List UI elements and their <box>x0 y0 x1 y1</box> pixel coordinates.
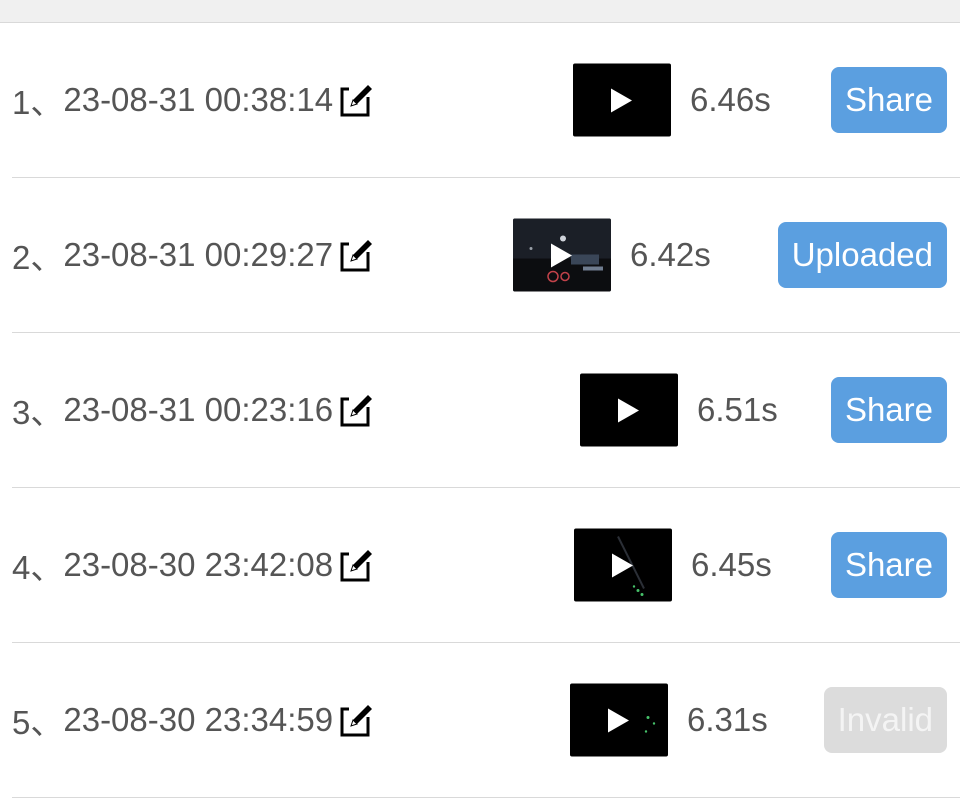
list-item: 1、 23-08-31 00:38:14 6.46s Share <box>12 23 960 178</box>
edit-icon[interactable] <box>339 82 376 118</box>
item-title: 3、 23-08-31 00:23:16 <box>12 386 376 434</box>
item-index: 3、 <box>12 394 64 431</box>
play-icon <box>612 553 633 578</box>
video-thumbnail[interactable] <box>570 683 668 757</box>
video-thumbnail[interactable] <box>513 218 611 292</box>
play-icon <box>611 88 632 113</box>
share-button[interactable]: Share <box>830 67 947 133</box>
list-item: 5、 23-08-30 23:34:59 6.31s Invalid <box>12 643 960 798</box>
item-timestamp: 23-08-31 00:29:27 <box>63 236 334 273</box>
edit-icon[interactable] <box>339 547 376 583</box>
item-title: 2、 23-08-31 00:29:27 <box>12 231 376 279</box>
item-title: 1、 23-08-31 00:38:14 <box>12 76 376 124</box>
item-timestamp: 23-08-30 23:42:08 <box>63 546 334 583</box>
video-duration: 6.51s <box>697 391 778 428</box>
edit-icon[interactable] <box>339 237 376 273</box>
edit-icon[interactable] <box>339 702 376 738</box>
video-thumbnail[interactable] <box>574 528 672 602</box>
share-button[interactable]: Share <box>830 532 947 598</box>
list-item: 3、 23-08-31 00:23:16 6.51s Share <box>12 333 960 488</box>
share-button[interactable]: Share <box>830 377 947 443</box>
item-timestamp: 23-08-31 00:38:14 <box>63 81 334 118</box>
item-index: 5、 <box>12 704 64 741</box>
video-thumbnail[interactable] <box>580 373 678 447</box>
edit-icon[interactable] <box>339 392 376 428</box>
top-bar <box>0 0 960 23</box>
item-title: 4、 23-08-30 23:42:08 <box>12 541 376 589</box>
item-timestamp: 23-08-30 23:34:59 <box>63 701 334 738</box>
item-index: 4、 <box>12 549 64 586</box>
item-index: 2、 <box>12 239 64 276</box>
video-duration: 6.45s <box>691 546 772 583</box>
play-icon <box>608 708 629 733</box>
play-icon <box>618 398 639 423</box>
video-duration: 6.31s <box>687 701 768 738</box>
item-index: 1、 <box>12 84 64 121</box>
item-title: 5、 23-08-30 23:34:59 <box>12 696 376 744</box>
list-item: 2、 23-08-31 00:29:27 6.42s Uploaded <box>12 178 960 333</box>
play-icon <box>551 243 572 268</box>
list-item: 4、 23-08-30 23:42:08 6.45s Share <box>12 488 960 643</box>
item-timestamp: 23-08-31 00:23:16 <box>63 391 334 428</box>
video-duration: 6.46s <box>690 81 771 118</box>
video-duration: 6.42s <box>630 236 711 273</box>
uploaded-button[interactable]: Uploaded <box>777 222 947 288</box>
video-thumbnail[interactable] <box>573 63 671 137</box>
video-list: 1、 23-08-31 00:38:14 6.46s Share 2、 23-0… <box>0 23 960 798</box>
invalid-button: Invalid <box>823 687 947 753</box>
